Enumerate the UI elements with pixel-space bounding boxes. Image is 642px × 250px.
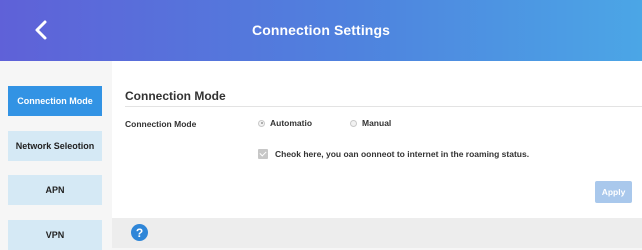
roaming-checkbox-label: Cheok here, you oan oonneot to internet …	[275, 149, 530, 159]
sidebar-item-vpn[interactable]: VPN	[8, 220, 102, 250]
help-bar: ?	[112, 218, 642, 248]
roaming-checkbox[interactable]	[258, 149, 268, 159]
radio-automatic-label: Automatio	[270, 118, 313, 128]
roaming-option: Cheok here, you oan oonneot to internet …	[258, 149, 529, 159]
radio-button-icon[interactable]	[258, 119, 265, 127]
connection-mode-label: Connection Mode	[125, 119, 197, 129]
sidebar-item-connection-mode[interactable]: Connection Mode	[8, 86, 102, 116]
radio-automatic[interactable]: Automatio	[258, 118, 312, 128]
radio-button-icon[interactable]	[350, 119, 357, 127]
sidebar-item-network-selection[interactable]: Network Seleotion	[8, 131, 102, 161]
page-title: Connection Settings	[251, 22, 390, 38]
help-icon[interactable]: ?	[131, 224, 148, 241]
section-divider	[125, 106, 642, 107]
radio-manual[interactable]: Manual	[350, 118, 391, 128]
section-title: Connection Mode	[125, 89, 226, 103]
sidebar-item-apn[interactable]: APN	[8, 175, 102, 205]
header-bar: Connection Settings	[0, 0, 642, 61]
radio-manual-label: Manual	[362, 118, 392, 128]
apply-button[interactable]: Apply	[595, 181, 632, 203]
